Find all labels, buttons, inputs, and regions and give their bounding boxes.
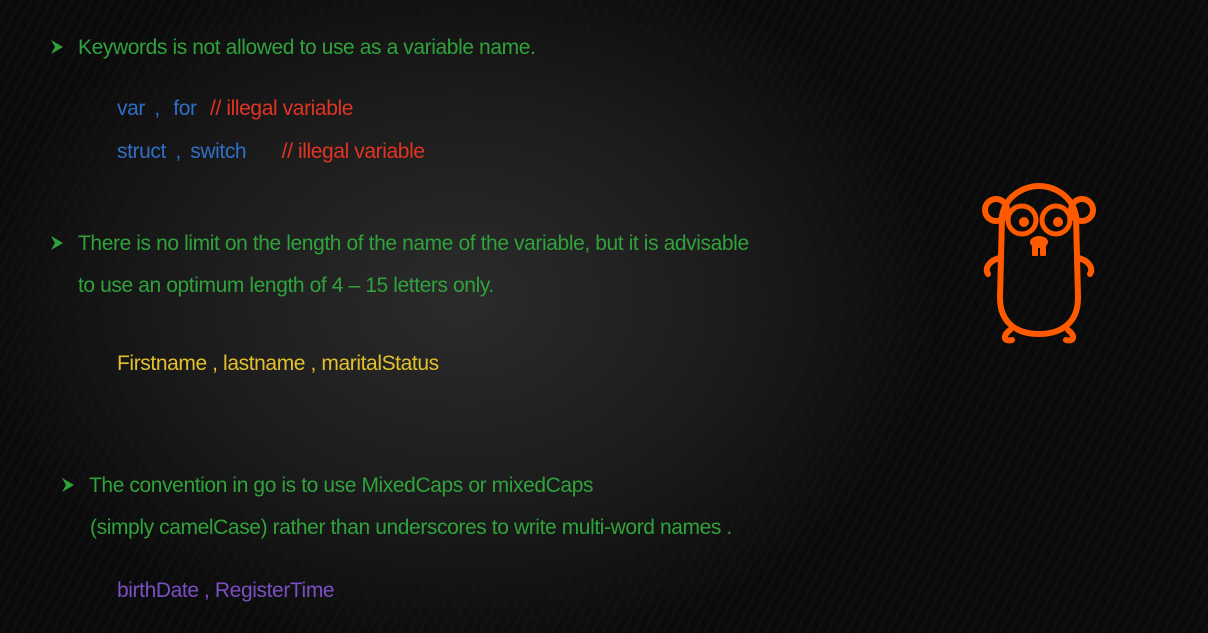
bullet-convention: The convention in go is to use MixedCaps… <box>61 474 593 498</box>
illegal-comment: // illegal variable <box>281 140 425 163</box>
convention-text-line-1: The convention in go is to use MixedCaps… <box>89 474 594 497</box>
bullet-length: There is no limit on the length of the n… <box>50 232 749 256</box>
keyword-struct: struct <box>117 140 166 163</box>
bullet-keywords: Keywords is not allowed to use as a vari… <box>50 36 536 60</box>
arrowhead-bullet-icon <box>62 478 74 492</box>
keyword-separator: , <box>175 140 181 163</box>
keyword-var: var <box>117 97 145 120</box>
keyword-example-line-1: var , for // illegal variable <box>117 97 353 121</box>
camelcase-example: birthDate , RegisterTime <box>117 579 335 602</box>
length-example: Firstname , lastname , maritalStatus <box>117 352 439 375</box>
arrowhead-bullet-icon <box>51 40 63 54</box>
convention-text-line-2: (simply camelCase) rather than underscor… <box>90 516 732 539</box>
length-text-line-1: There is no limit on the length of the n… <box>78 232 749 255</box>
length-text-line-2: to use an optimum length of 4 – 15 lette… <box>78 274 494 297</box>
illegal-comment: // illegal variable <box>210 97 354 120</box>
keyword-separator: , <box>154 97 160 120</box>
go-gopher-icon <box>982 183 1096 344</box>
keyword-for: for <box>173 97 197 120</box>
keyword-switch: switch <box>190 140 247 163</box>
keywords-heading: Keywords is not allowed to use as a vari… <box>78 36 536 59</box>
keyword-example-line-2: struct , switch // illegal variable <box>117 140 425 164</box>
arrowhead-bullet-icon <box>51 236 63 250</box>
